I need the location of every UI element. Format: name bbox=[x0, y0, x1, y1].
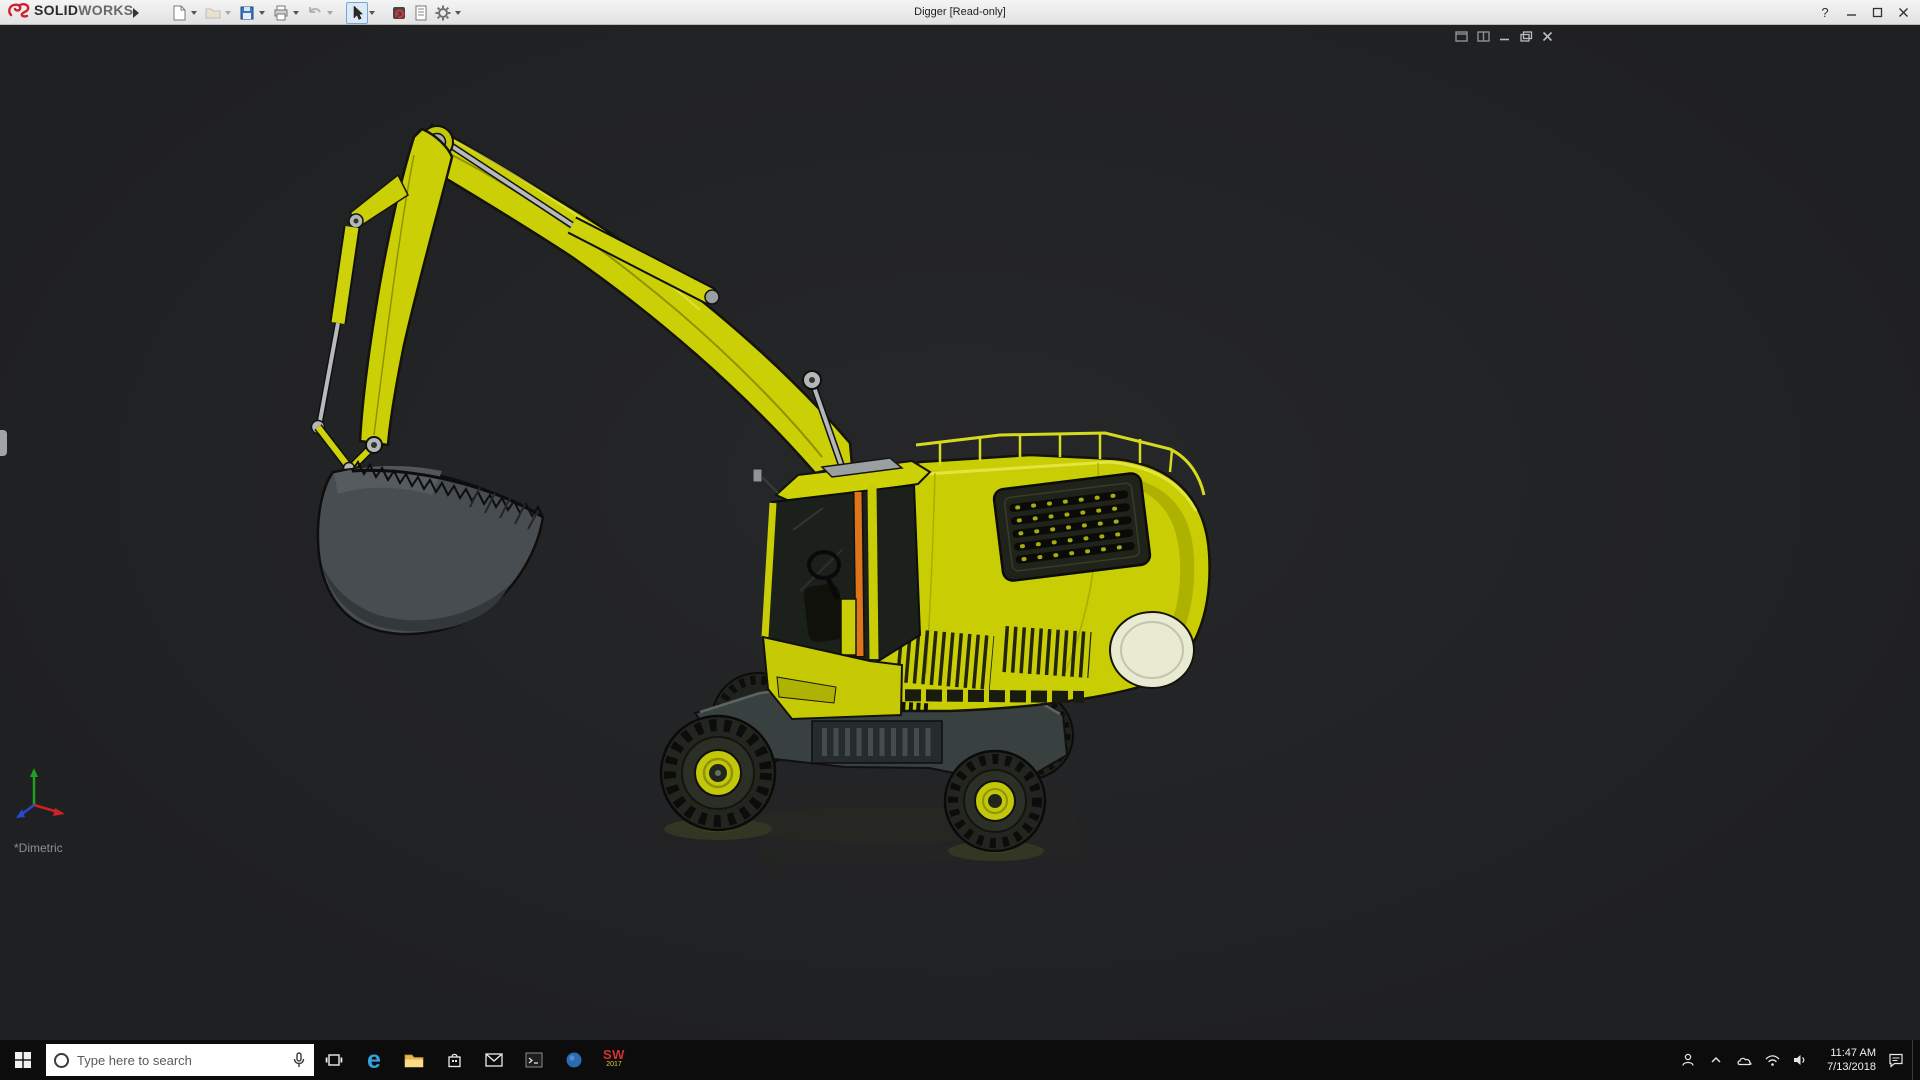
search-input[interactable] bbox=[77, 1052, 284, 1068]
featuremanager-flyout-tab[interactable] bbox=[0, 430, 7, 456]
wheel-front-left[interactable] bbox=[659, 714, 777, 832]
excavator-model[interactable] bbox=[310, 123, 1211, 867]
store-button[interactable] bbox=[434, 1040, 474, 1080]
select-dropdown[interactable] bbox=[369, 10, 375, 15]
close-doc-icon[interactable] bbox=[1542, 31, 1553, 42]
menu-flyout-arrow[interactable] bbox=[133, 8, 139, 18]
quick-toolbar bbox=[168, 0, 466, 25]
wifi-icon[interactable] bbox=[1760, 1040, 1784, 1080]
chevron-up-icon[interactable] bbox=[1704, 1040, 1728, 1080]
rebuild-icon[interactable] bbox=[388, 2, 410, 24]
edge-icon: e bbox=[367, 1045, 381, 1074]
print-icon[interactable] bbox=[270, 2, 292, 24]
help-button[interactable]: ? bbox=[1812, 0, 1838, 25]
file-properties-icon[interactable] bbox=[410, 2, 432, 24]
file-explorer-button[interactable] bbox=[394, 1040, 434, 1080]
action-center-icon[interactable] bbox=[1884, 1040, 1908, 1080]
clock-date: 7/13/2018 bbox=[1827, 1061, 1876, 1073]
task-view-icon bbox=[325, 1054, 343, 1066]
minimize-button[interactable] bbox=[1838, 0, 1864, 25]
rear-panel-window bbox=[1109, 611, 1195, 689]
people-icon[interactable] bbox=[1676, 1040, 1700, 1080]
bucket[interactable] bbox=[316, 460, 545, 636]
close-button[interactable] bbox=[1890, 0, 1916, 25]
save-dropdown[interactable] bbox=[259, 10, 265, 15]
system-tray: 11:47 AM 7/13/2018 bbox=[1676, 1040, 1920, 1080]
solidworks-2017-icon: SW 2017 bbox=[603, 1047, 625, 1068]
start-button[interactable] bbox=[0, 1040, 46, 1080]
console-icon bbox=[525, 1052, 543, 1068]
store-icon bbox=[447, 1053, 461, 1067]
cortana-icon[interactable] bbox=[54, 1052, 69, 1068]
media-app-button[interactable] bbox=[554, 1040, 594, 1080]
brand-name: SOLIDWORKS bbox=[34, 2, 134, 18]
clock-time: 11:47 AM bbox=[1830, 1047, 1876, 1059]
onedrive-cloud-icon[interactable] bbox=[1732, 1040, 1756, 1080]
cab-orange-pillar bbox=[854, 491, 864, 657]
open-document-icon[interactable] bbox=[202, 2, 224, 24]
solidworks-2017-button[interactable]: SW 2017 bbox=[594, 1040, 634, 1080]
orientation-triad bbox=[16, 768, 65, 818]
mail-button[interactable] bbox=[474, 1040, 514, 1080]
engine-grille bbox=[992, 472, 1152, 582]
taskbar-clock[interactable]: 11:47 AM 7/13/2018 bbox=[1816, 1046, 1880, 1074]
boom-arm[interactable] bbox=[420, 123, 854, 475]
taskbar: e SW 2017 bbox=[0, 1040, 1920, 1080]
open-document-dropdown[interactable] bbox=[225, 10, 231, 15]
options-gear-icon[interactable] bbox=[432, 2, 454, 24]
restore-doc-icon[interactable] bbox=[1520, 31, 1533, 42]
media-app-icon bbox=[566, 1052, 582, 1068]
options-dropdown[interactable] bbox=[455, 10, 461, 15]
stick-arm[interactable] bbox=[310, 127, 454, 475]
file-explorer-icon bbox=[404, 1054, 424, 1067]
wheel-front-right[interactable] bbox=[943, 749, 1047, 853]
select-arrow-icon[interactable] bbox=[346, 1, 368, 24]
print-dropdown[interactable] bbox=[293, 10, 299, 15]
window-tile-icon[interactable] bbox=[1455, 31, 1468, 42]
new-document-icon[interactable] bbox=[168, 2, 190, 24]
undo-icon[interactable] bbox=[304, 2, 326, 24]
model-canvas[interactable] bbox=[0, 25, 1920, 1040]
save-icon[interactable] bbox=[236, 2, 258, 24]
view-orientation-label: *Dimetric bbox=[14, 841, 63, 855]
new-document-dropdown[interactable] bbox=[191, 10, 197, 15]
solidworks-logo: SOLIDWORKS bbox=[8, 2, 133, 18]
app-window-controls: ? bbox=[1812, 0, 1916, 25]
maximize-button[interactable] bbox=[1864, 0, 1890, 25]
task-view-button[interactable] bbox=[314, 1040, 354, 1080]
console-button[interactable] bbox=[514, 1040, 554, 1080]
window-tile-icon[interactable] bbox=[1477, 31, 1490, 42]
graphics-viewport[interactable]: *Dimetric bbox=[0, 25, 1920, 1040]
taskbar-search[interactable] bbox=[46, 1044, 314, 1076]
minimize-doc-icon[interactable] bbox=[1499, 31, 1511, 42]
microphone-icon[interactable] bbox=[292, 1052, 306, 1068]
show-desktop-button[interactable] bbox=[1912, 1040, 1918, 1080]
document-window-controls bbox=[1455, 31, 1553, 42]
undo-dropdown[interactable] bbox=[327, 10, 333, 15]
mail-icon bbox=[485, 1053, 503, 1067]
titlebar: SOLIDWORKS Digger [Read-only] ? bbox=[0, 0, 1920, 25]
windows-logo-icon bbox=[15, 1052, 31, 1068]
volume-icon[interactable] bbox=[1788, 1040, 1812, 1080]
edge-button[interactable]: e bbox=[354, 1040, 394, 1080]
dassault-logo-icon bbox=[8, 3, 30, 18]
